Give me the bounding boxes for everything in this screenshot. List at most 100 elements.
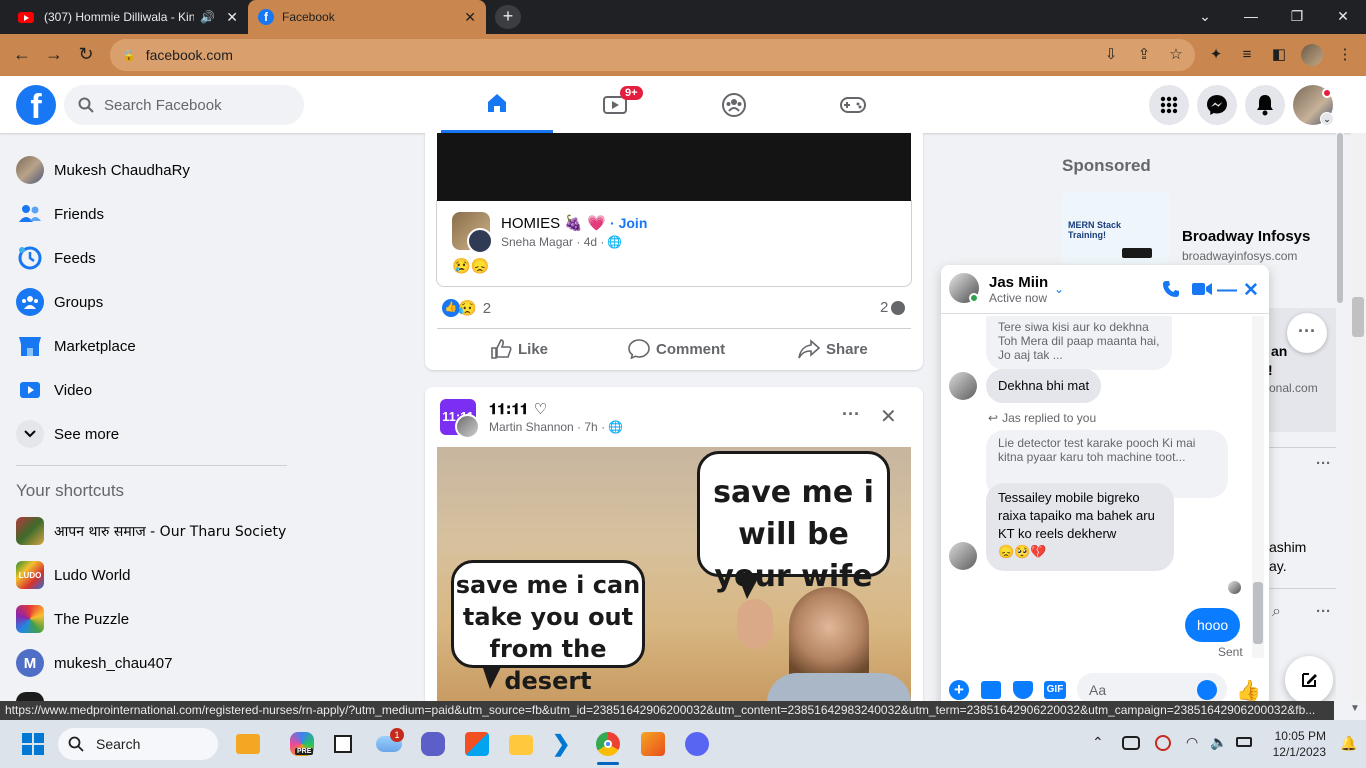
tab-groups[interactable] <box>678 76 790 133</box>
tab-home[interactable] <box>441 76 553 133</box>
microsoft-store-icon[interactable] <box>465 732 489 756</box>
chat-message-sent[interactable]: hooo <box>1185 608 1241 642</box>
chrome-menu-icon[interactable]: ⋮ <box>1334 44 1356 66</box>
page-scrollbar-thumb[interactable] <box>1352 297 1364 337</box>
tab-search-icon[interactable]: ⌄ <box>1182 0 1228 34</box>
restore-button[interactable]: ❐ <box>1274 0 1320 34</box>
cloud-sync-icon[interactable] <box>1122 736 1140 750</box>
new-message-button[interactable] <box>1285 656 1333 704</box>
share-button[interactable]: Share <box>798 337 868 361</box>
chat-message-received[interactable]: Dekhna bhi mat <box>986 369 1102 403</box>
add-attachment-icon[interactable]: + <box>949 680 969 700</box>
search-box[interactable] <box>64 85 304 125</box>
menu-grid-button[interactable] <box>1149 85 1189 125</box>
close-chat-icon[interactable]: ✕ <box>1243 279 1259 302</box>
chat-message-received[interactable]: Tere siwa kisi aur ko dekhna Toh Mera di… <box>986 316 1172 370</box>
volume-icon[interactable]: 🔈 <box>1210 734 1227 751</box>
author-avatar[interactable] <box>467 228 493 254</box>
vscode-icon[interactable]: ❯ <box>552 731 570 757</box>
thumbs-up-icon[interactable]: 👍 <box>1236 678 1261 703</box>
scroll-down-arrow-icon[interactable]: ▼ <box>1350 703 1360 714</box>
tab-gaming[interactable] <box>797 76 909 133</box>
chat-contact-name[interactable]: Jas Miin <box>989 274 1048 291</box>
page-scrollbar[interactable] <box>1351 133 1366 701</box>
back-icon[interactable]: ← <box>10 42 34 66</box>
like-button[interactable]: Like <box>490 337 548 361</box>
more-options-icon[interactable]: ··· <box>842 404 860 425</box>
sidebar-item-marketplace[interactable]: Marketplace <box>16 326 136 366</box>
sidebar-item-friends[interactable]: Friends <box>16 194 104 234</box>
photo-icon[interactable] <box>981 681 1001 699</box>
video-preview[interactable] <box>437 133 911 201</box>
close-tab-icon[interactable]: ✕ <box>226 9 238 26</box>
video-call-icon[interactable] <box>1191 281 1213 302</box>
chevron-down-icon[interactable]: ⌄ <box>1320 112 1334 126</box>
comment-button[interactable]: Comment <box>628 337 725 361</box>
shortcut-item[interactable]: आपन थारु समाज - Our Tharu Society <box>16 511 286 551</box>
search-icon[interactable]: ⌕ <box>1272 603 1281 621</box>
meme-image[interactable]: save me i will be your wife save me i ca… <box>437 447 911 703</box>
sidebar-item-groups[interactable]: Groups <box>16 282 103 322</box>
task-view-icon[interactable] <box>334 735 352 753</box>
new-tab-button[interactable]: + <box>495 5 521 29</box>
comment-count-link[interactable]: 2 <box>880 299 906 316</box>
page-name[interactable]: 𝟏𝟏:𝟏𝟏 ♡ <box>489 400 547 418</box>
teams-meet-icon[interactable] <box>421 732 445 756</box>
media-control-icon[interactable]: ≡ <box>1236 44 1258 66</box>
chat-message-received[interactable]: Tessailey mobile bigreko raixa tapaiko m… <box>986 483 1174 571</box>
ad-name[interactable]: Broadway Infosys <box>1182 228 1310 245</box>
discord-icon[interactable] <box>685 732 709 756</box>
tab-watch[interactable] <box>559 76 671 133</box>
profile-avatar-icon[interactable] <box>1301 44 1323 66</box>
voice-call-icon[interactable] <box>1162 280 1180 303</box>
clock-time[interactable]: 10:05 PM <box>1266 729 1326 743</box>
shortcut-item[interactable]: M mukesh_chau407 <box>16 643 172 683</box>
more-options-icon[interactable]: ··· <box>1316 603 1331 620</box>
wifi-icon[interactable]: ◠ <box>1186 734 1198 751</box>
minimize-chat-icon[interactable]: — <box>1217 279 1237 302</box>
messenger-button[interactable] <box>1197 85 1237 125</box>
address-bar[interactable]: 🔒 facebook.com <box>110 39 1195 71</box>
chat-scrollbar-thumb[interactable] <box>1253 582 1263 644</box>
group-name[interactable]: HOMIES 🍇 💗 <box>501 215 606 232</box>
reload-icon[interactable]: ↻ <box>74 42 98 66</box>
gif-icon[interactable]: GIF <box>1044 681 1066 699</box>
shortcut-item[interactable]: LUDO Ludo World <box>16 555 130 595</box>
minimize-button[interactable]: — <box>1228 0 1274 34</box>
clock-date[interactable]: 12/1/2023 <box>1266 745 1326 759</box>
share-icon[interactable]: ⇪ <box>1133 44 1155 66</box>
author-line[interactable]: Sneha Magar · 4d · <box>501 235 604 249</box>
shortcut-item[interactable]: The Puzzle <box>16 599 129 639</box>
sidebar-item-feeds[interactable]: Feeds <box>16 238 96 278</box>
sidebar-item-see-more[interactable]: See more <box>16 414 119 454</box>
forward-icon[interactable]: → <box>42 42 66 66</box>
extensions-icon[interactable]: ✦ <box>1205 44 1227 66</box>
sidebar-item-profile[interactable]: Mukesh ChaudhaRy <box>16 150 190 190</box>
windows-start-icon[interactable] <box>22 733 44 755</box>
search-input[interactable] <box>104 96 284 114</box>
reaction-summary[interactable]: 👍 😥 2 <box>442 299 491 317</box>
app-icon[interactable] <box>641 732 665 756</box>
notification-bell-icon[interactable]: 🔔 <box>1340 735 1357 752</box>
more-options-icon[interactable]: ··· <box>1287 313 1327 353</box>
speaker-icon[interactable]: 🔊 <box>200 10 215 24</box>
file-explorer-icon[interactable] <box>509 735 533 755</box>
tab-facebook[interactable]: f Facebook ✕ <box>248 0 486 34</box>
author-avatar[interactable] <box>455 414 480 439</box>
right-rail-scroll-thumb[interactable] <box>1337 133 1343 303</box>
more-options-icon[interactable]: ··· <box>1316 455 1331 472</box>
install-app-icon[interactable]: ⇩ <box>1100 44 1122 66</box>
facebook-logo-icon[interactable]: f <box>16 85 56 126</box>
taskbar-search[interactable]: Search <box>58 728 218 760</box>
side-panel-icon[interactable]: ◧ <box>1268 44 1290 66</box>
chevron-up-icon[interactable]: ⌃ <box>1092 734 1104 751</box>
sync-alert-icon[interactable] <box>1155 735 1171 751</box>
author-line[interactable]: Martin Shannon · 7h · <box>489 420 605 434</box>
join-link[interactable]: · Join <box>610 215 647 231</box>
ad-image[interactable]: MERN Stack Training! <box>1062 192 1170 264</box>
close-window-button[interactable]: ✕ <box>1320 0 1366 34</box>
bookmark-star-icon[interactable]: ☆ <box>1165 44 1187 66</box>
sidebar-item-video[interactable]: Video <box>16 370 92 410</box>
briefcase-icon[interactable] <box>236 734 260 754</box>
chevron-down-icon[interactable]: ⌄ <box>1054 282 1064 296</box>
